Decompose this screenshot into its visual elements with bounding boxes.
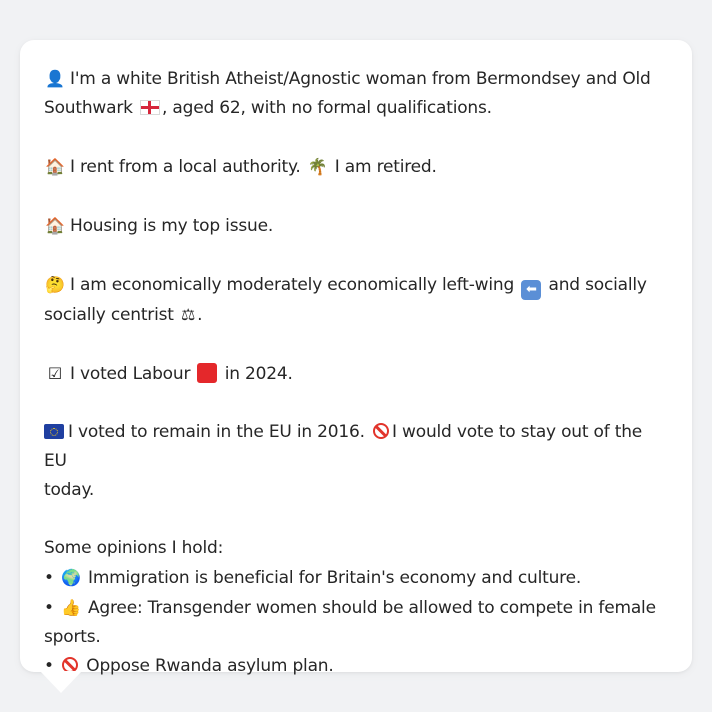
eu-flag-icon — [44, 424, 64, 439]
period-text: . — [197, 305, 203, 325]
vote-2024-paragraph: ☑ I voted Labour in 2024. — [44, 359, 668, 389]
prohibited-icon — [373, 423, 390, 439]
social-text: and socially — [548, 275, 647, 295]
thinking-face-icon: 🤔 — [45, 275, 65, 294]
social-position-text: socially centrist — [44, 305, 174, 325]
bubble-tail — [40, 671, 82, 693]
vote-year-text: in 2024. — [224, 364, 293, 384]
opinion-text: Agree: Transgender women should be allow… — [88, 598, 656, 618]
eu-2016-text: I voted to remain in the EU in 2016. — [68, 422, 365, 442]
scales-icon: ⚖ — [180, 305, 196, 324]
globe-icon: 🌍 — [61, 568, 81, 587]
opinion-text-cont: sports. — [44, 627, 101, 647]
identity-text: I'm a white British Atheist/Agnostic wom… — [70, 69, 651, 89]
profile-message-bubble: 👤 I'm a white British Atheist/Agnostic wo… — [20, 40, 692, 676]
left-arrow-icon: ⬅ — [521, 280, 542, 300]
opinion-item: • Oppose Rwanda asylum plan. — [44, 652, 668, 681]
palm-tree-icon: 🌴 — [307, 157, 328, 176]
thumbs-up-icon: 👍 — [61, 598, 81, 617]
person-icon: 👤 — [45, 69, 65, 88]
identity-paragraph: 👤 I'm a white British Atheist/Agnostic wo… — [44, 64, 668, 123]
bullet: • — [44, 568, 54, 588]
opinion-text: Immigration is beneficial for Britain's … — [88, 568, 582, 588]
house-icon: 🏠 — [45, 216, 65, 235]
opinion-item: • 👍 Agree: Transgender women should be a… — [44, 593, 668, 623]
opinions-section: Some opinions I hold: • 🌍 Immigration is… — [44, 534, 668, 681]
vote-text: I voted Labour — [70, 364, 191, 384]
age-text: , aged 62, with no formal qualifications… — [161, 98, 492, 118]
tenure-text: I rent from a local authority. — [70, 157, 301, 177]
opinions-heading: Some opinions I hold: — [44, 538, 224, 558]
bullet: • — [44, 598, 54, 618]
ideology-paragraph: 🤔 I am economically moderately economical… — [44, 270, 668, 330]
ballot-box-icon: ☑ — [47, 364, 63, 383]
england-flag-icon — [139, 100, 160, 115]
top-issue-text: Housing is my top issue. — [70, 216, 274, 236]
housing-status-paragraph: 🏠 I rent from a local authority. 🌴 I am r… — [44, 152, 668, 182]
eu-today-text-cont: today. — [44, 480, 95, 500]
economic-text: I am economically moderately economicall… — [70, 275, 515, 295]
eu-paragraph: I voted to remain in the EU in 2016. I w… — [44, 418, 668, 505]
party-color-swatch — [197, 363, 218, 383]
top-issue-paragraph: 🏠 Housing is my top issue. — [44, 211, 668, 241]
employment-text: I am retired. — [334, 157, 437, 177]
location-text: Southwark — [44, 98, 133, 118]
opinion-item: • 🌍 Immigration is beneficial for Britai… — [44, 563, 668, 593]
house-icon: 🏠 — [45, 157, 65, 176]
opinion-text: Oppose Rwanda asylum plan. — [86, 656, 334, 676]
